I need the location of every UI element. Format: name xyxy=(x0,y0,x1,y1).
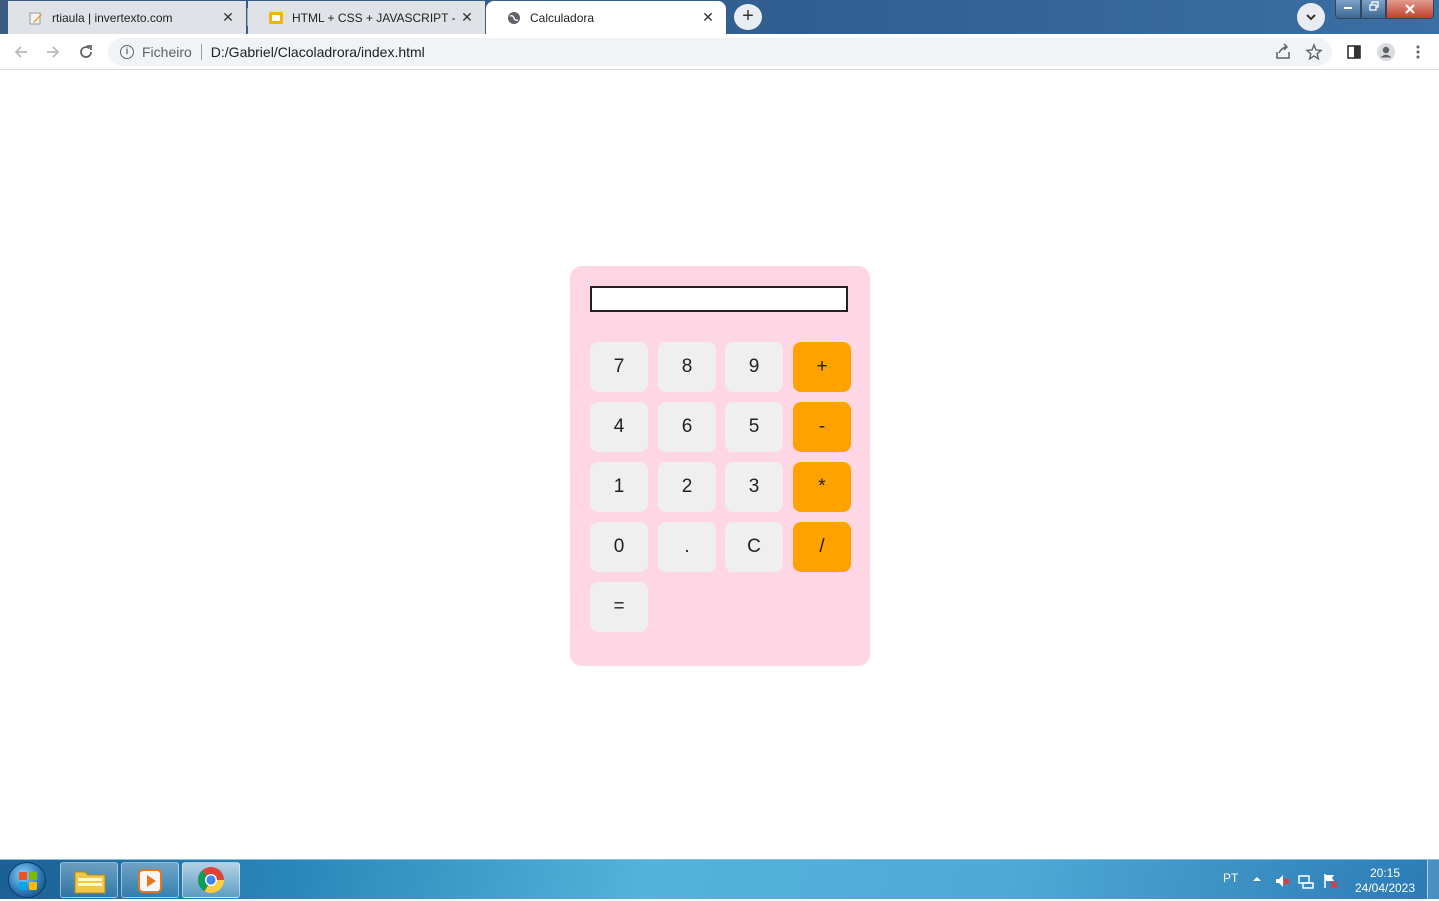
browser-toolbar: i Ficheiro D:/Gabriel/Clacoladrora/index… xyxy=(0,34,1439,70)
address-bar[interactable]: i Ficheiro D:/Gabriel/Clacoladrora/index… xyxy=(108,38,1332,66)
pencil-note-icon xyxy=(28,10,44,26)
key-1[interactable]: 1 xyxy=(590,462,648,512)
key-4[interactable]: 4 xyxy=(590,402,648,452)
profile-avatar-icon[interactable] xyxy=(1374,40,1398,64)
key-0[interactable]: 0 xyxy=(590,522,648,572)
calculator-display[interactable] xyxy=(590,286,848,312)
key-clear[interactable]: C xyxy=(725,522,783,572)
share-icon[interactable] xyxy=(1274,43,1292,61)
key-3[interactable]: 3 xyxy=(725,462,783,512)
close-tab-icon[interactable]: ✕ xyxy=(700,9,716,26)
taskbar-clock[interactable]: 20:15 24/04/2023 xyxy=(1348,866,1422,896)
tab-invertexto[interactable]: rtiaula | invertexto.com ✕ xyxy=(8,1,246,34)
key-divide[interactable]: / xyxy=(793,522,851,572)
clock-time: 20:15 xyxy=(1369,866,1401,880)
tab-title: Calculadora xyxy=(530,10,595,25)
windows-logo-icon xyxy=(19,872,37,890)
restore-icon xyxy=(1368,1,1379,11)
taskbar-chrome[interactable] xyxy=(182,862,240,898)
key-decimal[interactable]: . xyxy=(658,522,716,572)
more-menu-icon[interactable] xyxy=(1406,40,1430,64)
minimize-window-button[interactable] xyxy=(1335,0,1361,19)
taskbar-media-player[interactable] xyxy=(121,862,179,898)
key-plus[interactable]: + xyxy=(793,342,851,392)
info-icon[interactable]: i xyxy=(120,45,134,59)
tab-title: HTML + CSS + JAVASCRIPT - Goo xyxy=(292,10,459,25)
close-tab-icon[interactable]: ✕ xyxy=(220,9,236,26)
forward-button[interactable] xyxy=(41,40,65,64)
key-2[interactable]: 2 xyxy=(658,462,716,512)
back-button[interactable] xyxy=(9,40,33,64)
tab-calculadora[interactable]: Calculadora ✕ xyxy=(486,1,726,34)
reload-button[interactable] xyxy=(74,40,98,64)
minimize-icon xyxy=(1344,7,1352,9)
side-panel-icon[interactable] xyxy=(1342,40,1366,64)
chevron-down-icon xyxy=(1306,14,1316,21)
taskbar-file-explorer[interactable] xyxy=(60,862,118,898)
arrow-left-icon xyxy=(14,46,27,58)
show-desktop-button[interactable] xyxy=(1427,860,1439,900)
network-icon[interactable] xyxy=(1298,873,1314,892)
show-hidden-icons-button[interactable] xyxy=(1252,873,1262,887)
address-divider xyxy=(200,44,202,60)
key-6[interactable]: 6 xyxy=(658,402,716,452)
start-button[interactable] xyxy=(8,862,46,898)
action-center-icon[interactable] xyxy=(1322,873,1338,892)
tab-search-button[interactable] xyxy=(1297,3,1325,31)
url-text[interactable]: D:/Gabriel/Clacoladrora/index.html xyxy=(211,44,425,60)
windows-taskbar: PT 20:15 24/04/2023 xyxy=(0,859,1439,900)
close-window-button[interactable] xyxy=(1386,0,1434,19)
slides-icon xyxy=(268,10,284,26)
calculator-panel: 7 8 9 + 4 6 5 - 1 2 3 * 0 . C / = xyxy=(570,266,870,666)
chevron-up-icon xyxy=(1253,877,1261,881)
new-tab-button[interactable]: + xyxy=(734,4,762,30)
restore-window-button[interactable] xyxy=(1361,0,1386,19)
key-multiply[interactable]: * xyxy=(793,462,851,512)
key-5[interactable]: 5 xyxy=(725,402,783,452)
volume-muted-icon[interactable] xyxy=(1274,873,1290,892)
key-8[interactable]: 8 xyxy=(658,342,716,392)
security-chip[interactable]: Ficheiro xyxy=(142,44,192,60)
clock-date: 24/04/2023 xyxy=(1354,881,1416,895)
tab-title: rtiaula | invertexto.com xyxy=(52,10,173,25)
tab-html-css-js[interactable]: HTML + CSS + JAVASCRIPT - Goo ✕ xyxy=(248,1,485,34)
close-tab-icon[interactable]: ✕ xyxy=(459,9,475,26)
arrow-right-icon xyxy=(47,46,60,58)
key-9[interactable]: 9 xyxy=(725,342,783,392)
folder-icon xyxy=(74,871,106,894)
key-7[interactable]: 7 xyxy=(590,342,648,392)
browser-tab-strip: rtiaula | invertexto.com ✕ HTML + CSS + … xyxy=(0,0,1439,34)
globe-icon xyxy=(506,10,522,26)
close-icon xyxy=(1405,4,1415,14)
language-indicator[interactable]: PT xyxy=(1223,871,1238,885)
reload-icon xyxy=(80,45,92,58)
chrome-icon xyxy=(197,867,225,894)
key-minus[interactable]: - xyxy=(793,402,851,452)
media-player-icon xyxy=(138,869,162,893)
bookmark-star-icon[interactable] xyxy=(1305,41,1323,61)
key-equals[interactable]: = xyxy=(590,582,648,632)
